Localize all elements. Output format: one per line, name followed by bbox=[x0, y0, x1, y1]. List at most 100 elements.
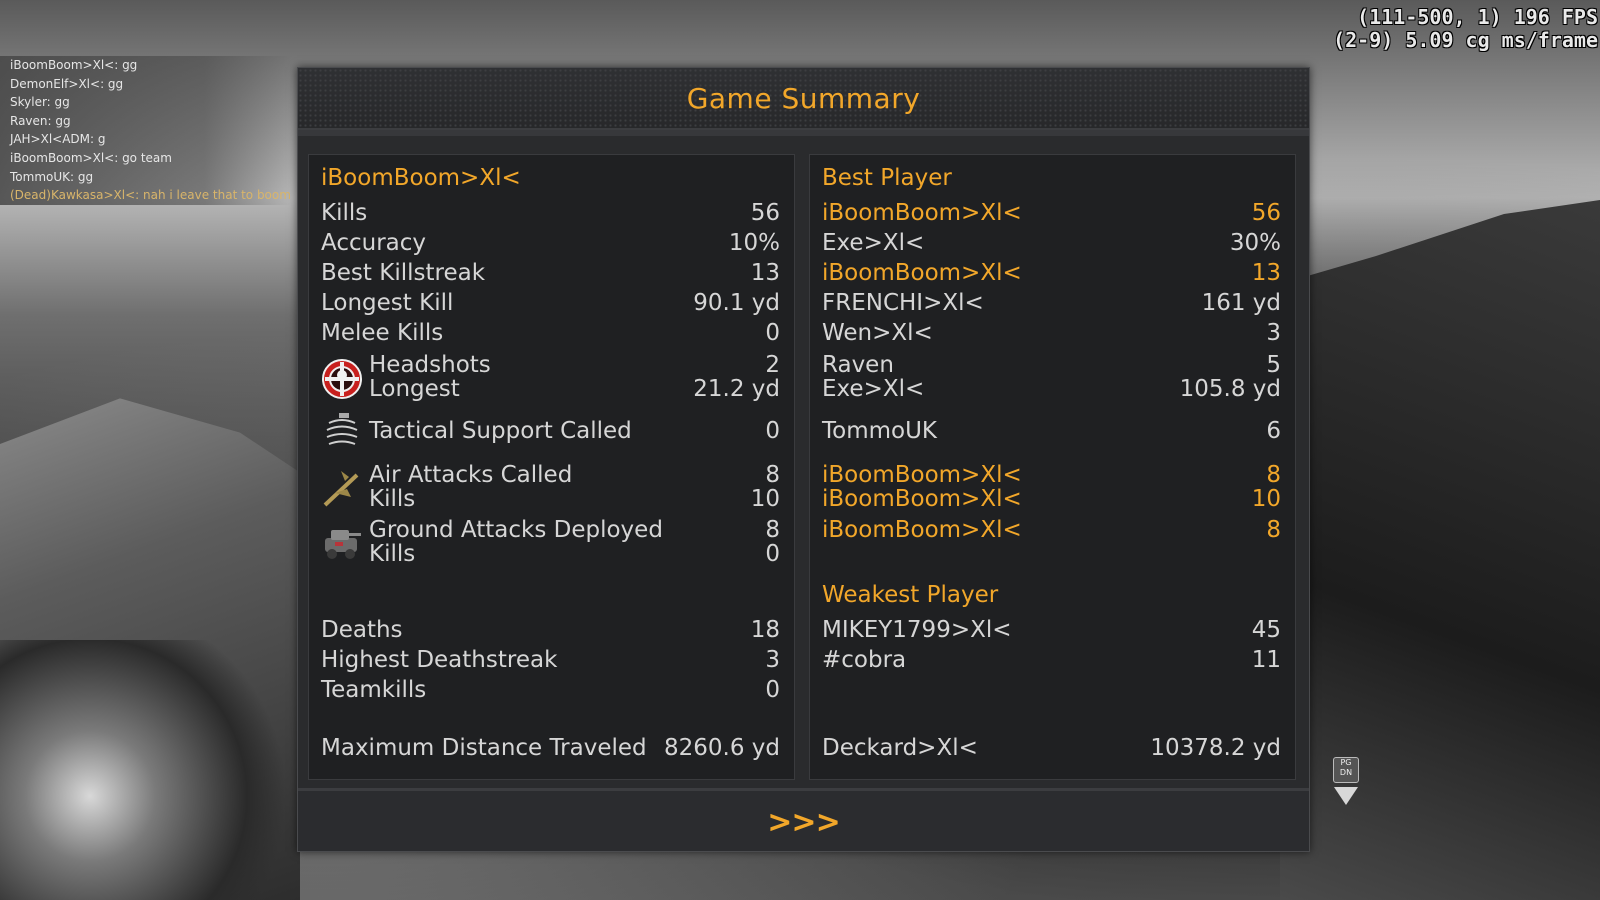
player-stats-column: iBoomBoom>Xl< Kills 56 Accuracy 10% Best… bbox=[308, 154, 795, 780]
best-player-name: Exe>Xl< bbox=[822, 230, 925, 256]
chat-message: TommoUK: gg bbox=[0, 167, 292, 187]
stat-value: 13 bbox=[750, 260, 780, 286]
stat-row-longest-kill: Longest Kill 90.1 yd bbox=[321, 288, 780, 318]
weakest-player-value: 45 bbox=[1251, 617, 1281, 643]
stat-value: 8260.6 yd bbox=[664, 735, 780, 761]
page-down-hint: PG DN bbox=[1333, 757, 1359, 817]
stat-row-headshot-longest: Longest 21.2 yd bbox=[321, 374, 780, 404]
stat-label: Maximum Distance Traveled bbox=[321, 735, 647, 761]
stat-label: Accuracy bbox=[321, 230, 427, 256]
stat-row-kills: Kills 56 bbox=[321, 198, 780, 228]
fps-line: (111-500, 1) 196 FPS bbox=[1357, 5, 1598, 29]
stat-row-accuracy: Accuracy 10% bbox=[321, 228, 780, 258]
stat-label: Best Killstreak bbox=[321, 260, 486, 286]
best-row-ground-deployed: iBoomBoom>Xl< 8 bbox=[822, 515, 1281, 545]
panel-header: Game Summary bbox=[298, 68, 1309, 136]
weakest-row-deaths: MIKEY1799>Xl< 45 bbox=[822, 615, 1281, 645]
best-player-name: iBoomBoom>Xl< bbox=[822, 517, 1022, 543]
arrow-down-icon bbox=[1334, 787, 1358, 805]
stat-label: Longest Kill bbox=[321, 290, 454, 316]
fps-overlay: (111-500, 1) 196 FPS (2-9) 5.09 cg ms/fr… bbox=[1333, 6, 1598, 52]
stat-value: 0 bbox=[765, 677, 780, 703]
frametime-line: (2-9) 5.09 cg ms/frame bbox=[1333, 28, 1598, 52]
weakest-player-name: MIKEY1799>Xl< bbox=[822, 617, 1012, 643]
best-row-killstreak: iBoomBoom>Xl< 13 bbox=[822, 258, 1281, 288]
chat-message: Skyler: gg bbox=[0, 93, 292, 112]
weakest-player-name: #cobra bbox=[822, 647, 907, 673]
stat-row-air-kills: Kills 10 bbox=[321, 484, 780, 514]
weakest-player-value: 11 bbox=[1251, 647, 1281, 673]
best-player-name: FRENCHI>Xl< bbox=[822, 290, 984, 316]
best-player-column: Best Player iBoomBoom>Xl< 56 Exe>Xl< 30%… bbox=[809, 154, 1296, 780]
best-row-distance: Deckard>Xl< 10378.2 yd bbox=[822, 733, 1281, 763]
player-name-row: iBoomBoom>Xl< bbox=[321, 163, 780, 193]
chat-message: Raven: gg bbox=[0, 111, 292, 131]
stat-label: Tactical Support Called bbox=[369, 418, 632, 444]
panel-footer: >>> bbox=[298, 788, 1309, 851]
stat-value: 3 bbox=[765, 647, 780, 673]
stat-value: 21.2 yd bbox=[693, 376, 780, 402]
best-player-name: Exe>Xl< bbox=[822, 376, 925, 402]
best-row-longest-kill: FRENCHI>Xl< 161 yd bbox=[822, 288, 1281, 318]
stat-row-distance: Maximum Distance Traveled 8260.6 yd bbox=[321, 733, 780, 763]
best-player-heading: Best Player bbox=[822, 165, 952, 191]
best-row-accuracy: Exe>Xl< 30% bbox=[822, 228, 1281, 258]
stat-label: Melee Kills bbox=[321, 320, 444, 346]
stat-value: 90.1 yd bbox=[693, 290, 780, 316]
best-row-tactical: TommoUK 6 bbox=[822, 416, 1281, 446]
stat-row-deaths: Deaths 18 bbox=[321, 615, 780, 645]
stat-value: 56 bbox=[750, 200, 780, 226]
stat-row-tactical: Tactical Support Called 0 bbox=[321, 416, 780, 446]
best-row-headshot-longest: Exe>Xl< 105.8 yd bbox=[822, 374, 1281, 404]
best-player-value: 10 bbox=[1251, 486, 1281, 512]
best-player-value: 161 yd bbox=[1201, 290, 1281, 316]
game-summary-panel: Game Summary iBoomBoom>Xl< Kills 56 Accu… bbox=[297, 67, 1310, 852]
best-player-value: 6 bbox=[1266, 418, 1281, 444]
best-row-air-kills: iBoomBoom>Xl< 10 bbox=[822, 484, 1281, 514]
weakest-player-heading-row: Weakest Player bbox=[822, 580, 1281, 610]
stat-label: Teamkills bbox=[321, 677, 427, 703]
best-row-melee: Wen>Xl< 3 bbox=[822, 318, 1281, 348]
stat-label: Highest Deathstreak bbox=[321, 647, 558, 673]
stat-row-melee: Melee Kills 0 bbox=[321, 318, 780, 348]
best-player-value: 56 bbox=[1251, 200, 1281, 226]
stat-value: 0 bbox=[765, 320, 780, 346]
best-row-kills: iBoomBoom>Xl< 56 bbox=[822, 198, 1281, 228]
stat-value: 0 bbox=[765, 418, 780, 444]
background-hill-right bbox=[1280, 200, 1600, 900]
stat-label: Kills bbox=[321, 200, 368, 226]
stat-label: Longest bbox=[369, 376, 460, 402]
best-player-name: Wen>Xl< bbox=[822, 320, 933, 346]
best-player-value: 30% bbox=[1229, 230, 1281, 256]
chat-message: DemonElf>Xl<: gg bbox=[0, 74, 292, 94]
weakest-player-heading: Weakest Player bbox=[822, 582, 999, 608]
best-player-value: 3 bbox=[1266, 320, 1281, 346]
player-name: iBoomBoom>Xl< bbox=[321, 165, 521, 191]
chat-message: iBoomBoom>Xl<: go team bbox=[0, 148, 292, 168]
stat-label: Kills bbox=[369, 486, 416, 512]
stat-row-deathstreak: Highest Deathstreak 3 bbox=[321, 645, 780, 675]
best-player-name: Deckard>Xl< bbox=[822, 735, 978, 761]
stat-label: Deaths bbox=[321, 617, 403, 643]
best-player-value: 10378.2 yd bbox=[1150, 735, 1281, 761]
background-foliage bbox=[0, 640, 300, 900]
chat-message-dead: (Dead)Kawkasa>Xl<: nah i leave that to b… bbox=[0, 186, 292, 205]
pgdn-key-icon: PG DN bbox=[1333, 757, 1359, 783]
weakest-row-deathstreak: #cobra 11 bbox=[822, 645, 1281, 675]
stat-value: 18 bbox=[750, 617, 780, 643]
stat-row-teamkills: Teamkills 0 bbox=[321, 675, 780, 705]
best-player-value: 8 bbox=[1266, 517, 1281, 543]
chat-message: JAH>Xl<ADM: g bbox=[0, 130, 292, 149]
best-player-heading-row: Best Player bbox=[822, 163, 1281, 193]
stat-value: 0 bbox=[765, 541, 780, 567]
best-player-name: TommoUK bbox=[822, 418, 938, 444]
best-player-name: iBoomBoom>Xl< bbox=[822, 260, 1022, 286]
panel-title: Game Summary bbox=[686, 82, 921, 115]
stat-row-killstreak: Best Killstreak 13 bbox=[321, 258, 780, 288]
stat-value: 10% bbox=[728, 230, 780, 256]
stat-label: Kills bbox=[369, 541, 416, 567]
best-player-value: 13 bbox=[1251, 260, 1281, 286]
next-button[interactable]: >>> bbox=[767, 805, 840, 840]
chat-message: iBoomBoom>Xl<: gg bbox=[0, 56, 292, 75]
chat-log: iBoomBoom>Xl<: gg DemonElf>Xl<: gg Skyle… bbox=[0, 56, 292, 205]
